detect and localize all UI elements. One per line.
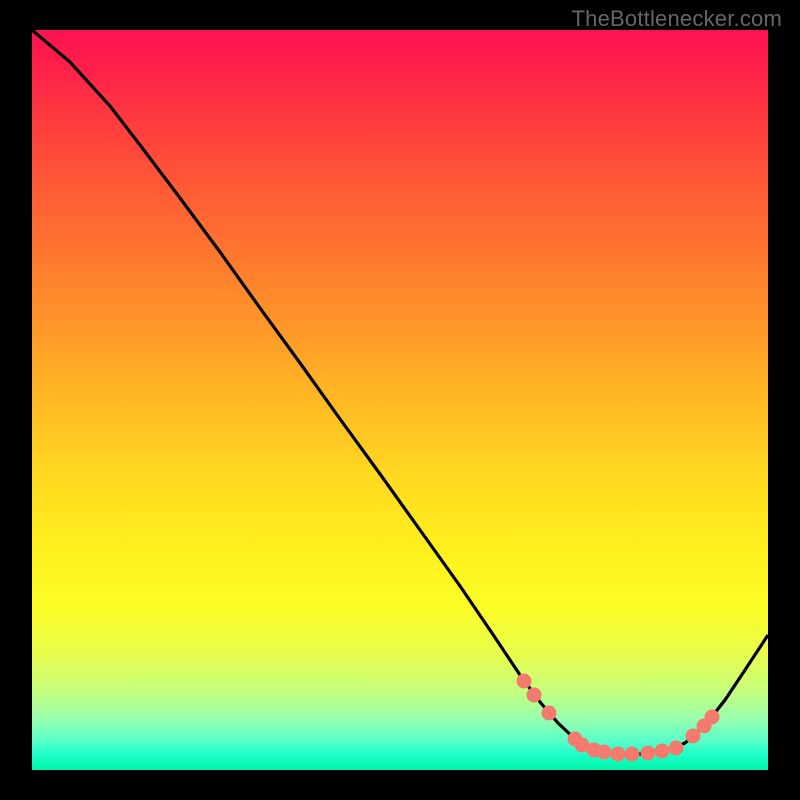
watermark-text: TheBottlenecker.com	[572, 6, 782, 32]
gradient-background	[32, 30, 768, 770]
chart-container: TheBottlenecker.com	[0, 0, 800, 800]
